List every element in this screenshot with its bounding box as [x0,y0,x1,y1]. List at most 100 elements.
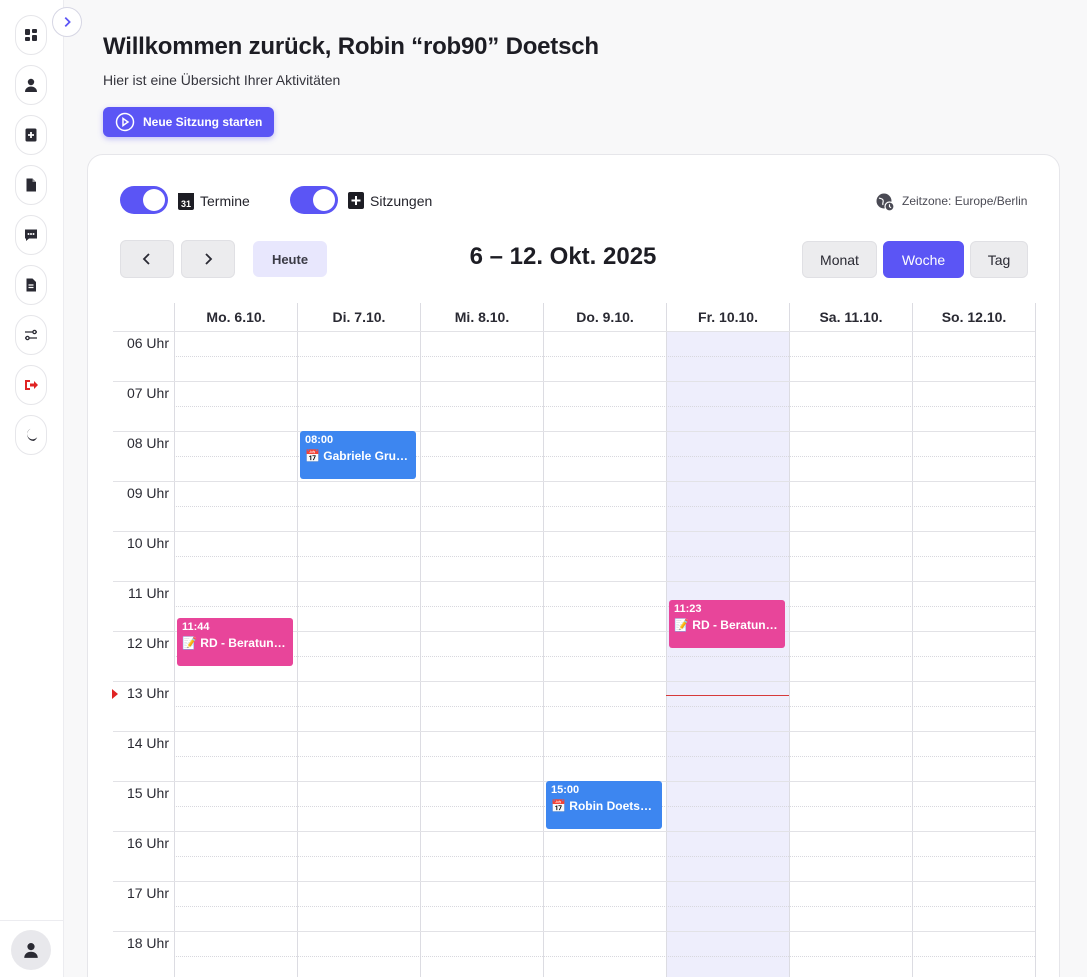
chevron-left-icon [142,253,150,265]
start-session-label: Neue Sitzung starten [143,115,263,129]
sidebar-divider [0,920,63,921]
sidebar-sessions-button[interactable] [15,115,47,155]
week-grid: Mo. 6.10. Di. 7.10. Mi. 8.10. Do. 9.10. Fr. … [112,303,1036,977]
half-hour-line [174,506,1035,507]
hour-line [113,481,1035,482]
day-header: Sa. 11.10. [789,303,912,331]
half-hour-line [174,706,1035,707]
hour-line [113,581,1035,582]
event-time: 08:00 [305,434,334,446]
start-session-button[interactable]: Neue Sitzung starten [103,107,274,137]
play-circle-icon [115,112,135,132]
hour-line [113,831,1035,832]
hour-line [113,931,1035,932]
day-header: Mo. 6.10. [174,303,297,331]
sidebar-documents-button[interactable] [15,165,47,205]
hour-label: 10 Uhr [126,535,169,551]
dashboard-icon [25,29,37,41]
timezone-label: Zeitzone: Europe/Berlin [902,194,1028,208]
session-add-icon [25,128,37,142]
appointments-toggle-label: Termine [200,193,250,209]
event-title: 📅 Gabriele Gru… [305,449,408,463]
day-header: So. 12.10. [912,303,1035,331]
hour-label: 12 Uhr [126,635,169,651]
today-button[interactable]: Heute [253,241,327,277]
settings-sliders-icon [25,329,37,341]
half-hour-line [174,356,1035,357]
calendar-event[interactable]: 11:44 📝 RD - Beratun… [177,617,293,666]
calendar-event[interactable]: 11:23 📝 RD - Beratun… [669,600,785,649]
view-week-button[interactable]: Woche [883,241,964,278]
hour-label: 07 Uhr [126,385,169,401]
hour-label: 11 Uhr [128,585,169,601]
half-hour-line [174,406,1035,407]
event-title: 📅 Robin Doetsc… [551,799,657,813]
sidebar-messages-button[interactable] [15,215,47,255]
chat-icon [25,229,37,241]
sidebar-theme-toggle[interactable] [15,415,47,455]
event-time: 11:23 [674,603,702,616]
day-header: Mi. 8.10. [420,303,543,331]
view-day-button[interactable]: Tag [970,241,1028,278]
avatar[interactable] [11,930,51,970]
moon-icon [27,428,38,441]
sessions-toggle[interactable] [290,186,338,214]
user-icon [25,78,37,92]
current-time-line [666,694,789,696]
file-text-icon [26,278,36,292]
hour-line [113,331,1035,332]
view-month-button[interactable]: Monat [802,241,877,278]
sidebar [0,0,64,977]
half-hour-line [174,906,1035,907]
day-header: Di. 7.10. [297,303,420,331]
next-week-button[interactable] [181,240,235,278]
hour-line [113,681,1035,682]
sessions-toggle-label: Sitzungen [370,193,433,209]
hour-label: 06 Uhr [126,335,169,351]
calendar-card: 31 Termine Sitzungen Zeitzone: Europe/Be… [87,154,1060,977]
day-header: Fr. 10.10. [666,303,789,331]
event-title: 📝 RD - Beratun… [182,635,286,650]
calendar-31-icon: 31 [178,193,194,210]
chevron-right-icon [205,253,213,265]
user-avatar-icon [24,943,38,958]
appointments-toggle[interactable] [120,186,168,214]
sidebar-dashboard-button[interactable] [15,15,47,55]
event-time: 11:44 [182,620,210,633]
sidebar-expand-button[interactable] [52,7,82,37]
half-hour-line [174,756,1035,757]
page-title: Willkommen zurück, Robin “rob90” Doetsch [103,33,599,60]
hour-line [113,531,1035,532]
hour-line [113,381,1035,382]
day-header: Do. 9.10. [543,303,666,331]
hour-label: 08 Uhr [126,435,169,451]
hour-label: 17 Uhr [126,885,169,901]
half-hour-line [174,556,1035,557]
date-range-title: 6 – 12. Okt. 2025 [469,243,657,270]
half-hour-line [174,656,1035,657]
sidebar-settings-button[interactable] [15,315,47,355]
event-title: 📝 RD - Beratun… [674,618,778,633]
calendar-event[interactable]: 08:00 📅 Gabriele Gru… [300,431,416,479]
timezone-globe-icon [876,193,895,212]
hour-label: 14 Uhr [126,735,169,751]
session-add-icon [348,192,364,209]
chevron-right-icon [64,17,71,27]
grid-right-border [1035,303,1036,977]
document-icon [26,178,36,192]
sidebar-reports-button[interactable] [15,265,47,305]
sidebar-profile-button[interactable] [15,65,47,105]
half-hour-line [174,606,1035,607]
hour-line [113,731,1035,732]
half-hour-line [174,856,1035,857]
sidebar-logout-button[interactable] [15,365,47,405]
hour-label: 09 Uhr [126,485,169,501]
current-time-marker [112,689,118,699]
svg-text:31: 31 [181,199,191,209]
hour-label: 15 Uhr [126,785,169,801]
hour-label: 18 Uhr [126,935,169,951]
hour-line [113,431,1035,432]
prev-week-button[interactable] [120,240,174,278]
calendar-event[interactable]: 15:00 📅 Robin Doetsc… [546,781,662,829]
page-subtitle: Hier ist eine Übersicht Ihrer Aktivitäte… [103,72,341,88]
